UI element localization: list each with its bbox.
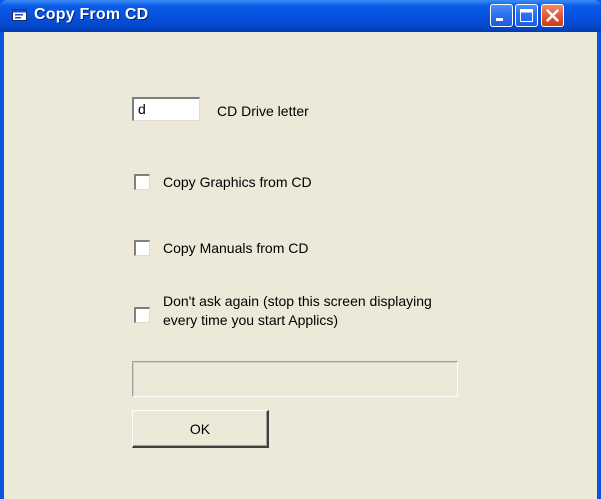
minimize-button[interactable] (490, 4, 513, 27)
close-button[interactable] (541, 4, 564, 27)
copy-graphics-checkbox[interactable] (134, 174, 150, 190)
dont-ask-again-checkbox[interactable] (134, 307, 150, 323)
copy-from-cd-window: Copy From CD d CD Drive letter Copy Grap… (0, 0, 601, 499)
copy-graphics-label[interactable]: Copy Graphics from CD (163, 174, 312, 191)
drive-letter-input[interactable]: d (132, 97, 200, 121)
cd-window-icon (12, 8, 28, 22)
title-bar[interactable]: Copy From CD (0, 0, 601, 32)
window-title: Copy From CD (34, 6, 149, 23)
copy-manuals-label[interactable]: Copy Manuals from CD (163, 240, 309, 257)
dont-ask-again-label-line1[interactable]: Don't ask again (stop this screen displa… (163, 293, 432, 310)
ok-button[interactable]: OK (132, 410, 269, 448)
dont-ask-again-label-line2[interactable]: every time you start Applics) (163, 312, 338, 329)
maximize-button[interactable] (515, 4, 538, 27)
copy-manuals-checkbox[interactable] (134, 240, 150, 256)
maximize-icon (520, 9, 533, 22)
copy-progress-bar (132, 361, 458, 397)
progress-track (133, 362, 457, 396)
drive-letter-label: CD Drive letter (217, 103, 309, 119)
minimize-icon (496, 18, 503, 21)
close-icon (546, 9, 559, 22)
